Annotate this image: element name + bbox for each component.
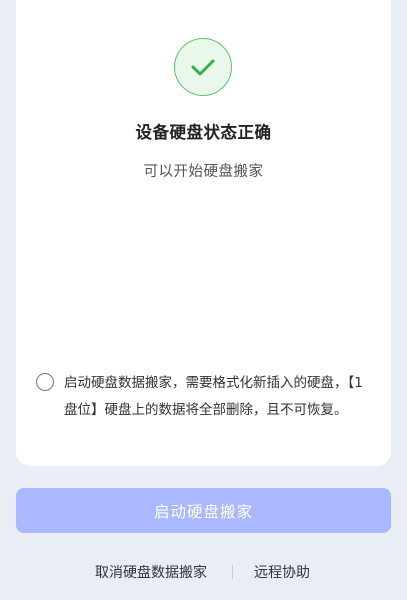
status-title: 设备硬盘状态正确 [135, 123, 272, 142]
divider [232, 565, 233, 579]
remote-assist-link[interactable]: 远程协助 [254, 562, 310, 582]
footer-links: 取消硬盘数据搬家 远程协助 [0, 560, 407, 584]
success-badge [174, 38, 232, 96]
agreement-text: 启动硬盘数据搬家，需要格式化新插入的硬盘，【1盘位】硬盘上的数据将全部删除，且不… [64, 375, 363, 418]
start-migration-button[interactable]: 启动硬盘搬家 [16, 488, 391, 533]
cancel-migration-link[interactable]: 取消硬盘数据搬家 [95, 562, 207, 582]
agreement-radio[interactable] [36, 373, 54, 391]
status-card: 设备硬盘状态正确 可以开始硬盘搬家 启动硬盘数据搬家，需要格式化新插入的硬盘，【… [16, 0, 391, 466]
check-icon [191, 59, 215, 76]
status-subtitle: 可以开始硬盘搬家 [143, 164, 264, 180]
